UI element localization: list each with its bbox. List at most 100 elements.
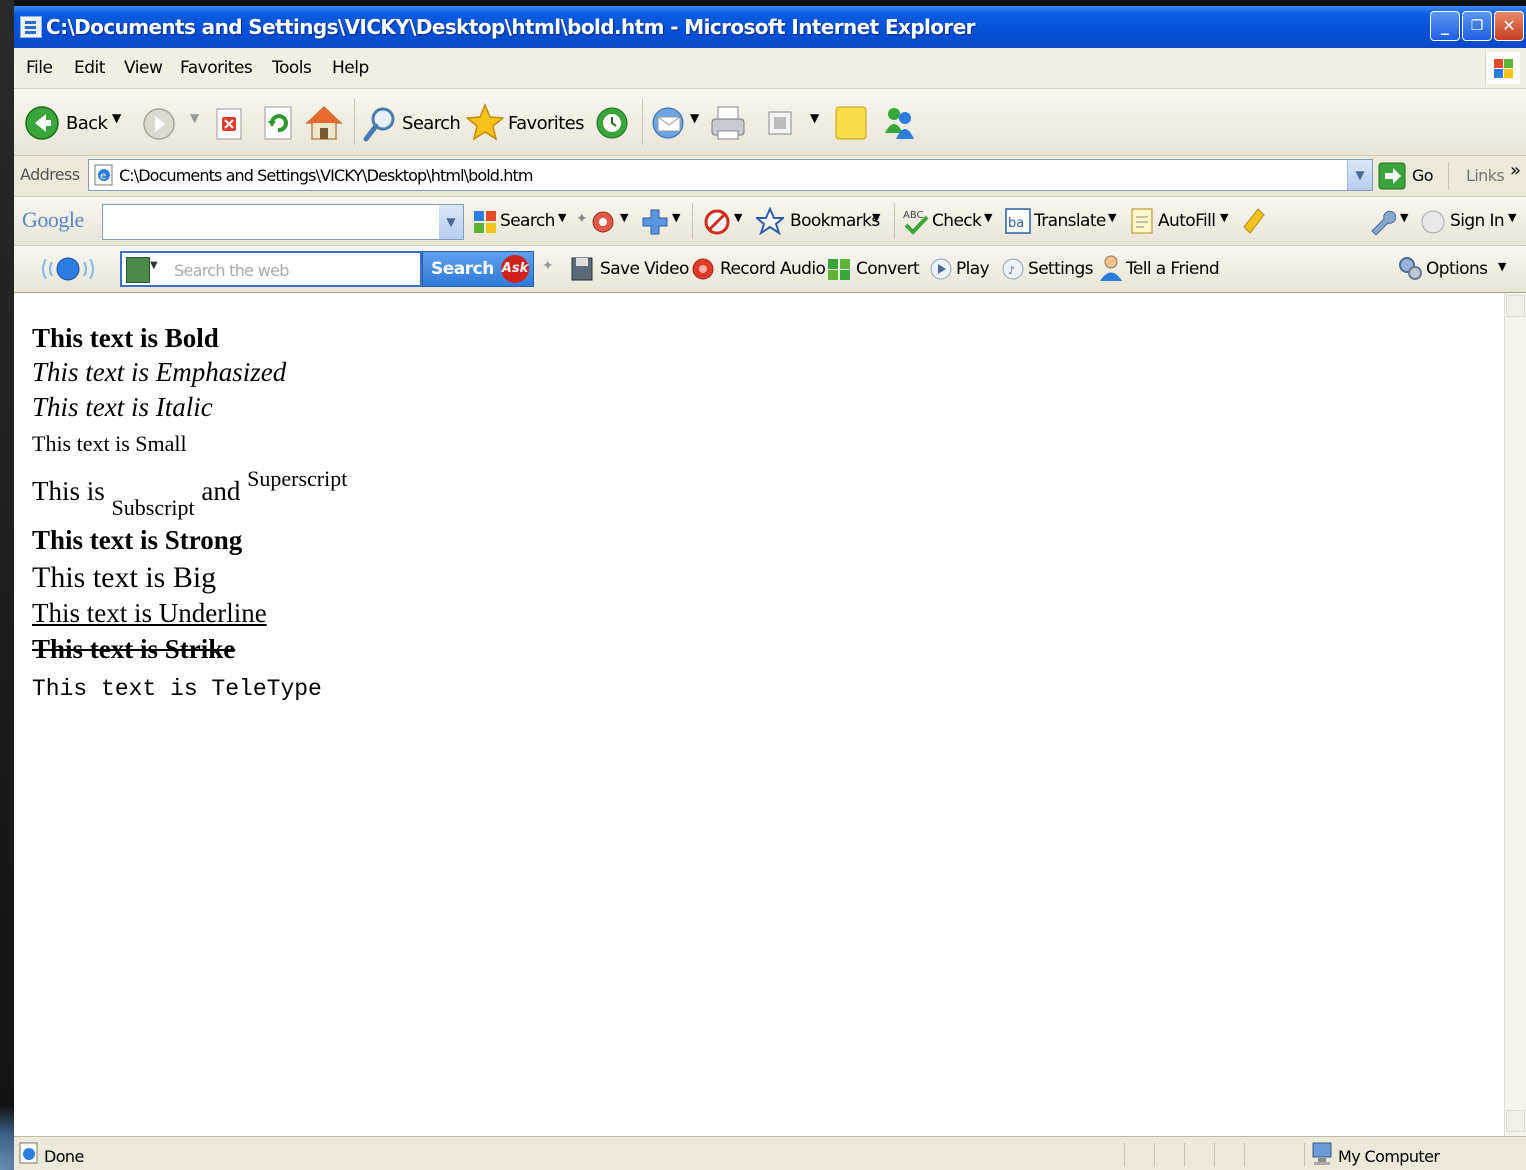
links-button[interactable]: Links (1466, 166, 1505, 185)
ask-search-input[interactable]: ▼ Search the web (120, 251, 422, 287)
title-bar[interactable]: C:\Documents and Settings\VICKY\Desktop\… (14, 6, 1526, 48)
record-audio-button[interactable]: Record Audio (720, 259, 826, 279)
back-arrow-icon[interactable] (24, 105, 60, 141)
links-more-button[interactable]: » (1510, 160, 1521, 181)
play-icon[interactable] (928, 256, 954, 282)
address-input[interactable]: e C:\Documents and Settings\VICKY\Deskto… (88, 159, 1373, 191)
sign-in-circle-icon[interactable] (1420, 209, 1446, 235)
edit-page-icon[interactable] (766, 109, 794, 137)
ask-search-button[interactable]: Search Ask (422, 251, 534, 287)
save-video-icon[interactable] (570, 254, 596, 284)
bookmarks-dropdown-icon[interactable]: ▼ (872, 211, 880, 224)
check-dropdown-icon[interactable]: ▼ (984, 211, 992, 224)
messenger-icon[interactable] (880, 103, 920, 143)
stop-icon[interactable] (214, 107, 244, 141)
bookmarks-button[interactable]: Bookmarks (790, 211, 880, 231)
settings-dropdown-icon[interactable]: ▼ (1400, 211, 1408, 224)
ask-search-label: Search (431, 259, 494, 279)
maximize-button[interactable]: ❐ (1462, 11, 1492, 41)
save-video-button[interactable]: Save Video (600, 259, 689, 279)
sign-in-dropdown-icon[interactable]: ▼ (1508, 211, 1516, 224)
toolbar-separator (354, 99, 355, 145)
options-dropdown-icon[interactable]: ▼ (1498, 260, 1506, 273)
google-dropdown-icon[interactable]: ▼ (439, 205, 463, 239)
history-icon[interactable] (594, 105, 630, 141)
menu-favorites[interactable]: Favorites (180, 58, 253, 78)
bookmark-star-icon[interactable] (756, 207, 784, 235)
go-arrow-icon[interactable] (1378, 162, 1406, 190)
translate-button[interactable]: Translate (1034, 211, 1106, 231)
italic-text: This text is Italic (32, 392, 213, 422)
scroll-up-button[interactable] (1506, 295, 1525, 317)
audio-wave-icon[interactable] (32, 254, 104, 284)
vertical-scrollbar[interactable] (1504, 293, 1526, 1136)
page-done-icon (19, 1142, 38, 1164)
print-icon[interactable] (708, 103, 748, 143)
convert-icon[interactable] (826, 256, 854, 282)
autofill-icon[interactable] (1128, 205, 1158, 235)
address-url: C:\Documents and Settings\VICKY\Desktop\… (119, 166, 533, 185)
popup-dropdown-icon[interactable]: ▼ (734, 211, 742, 224)
menu-view[interactable]: View (124, 58, 163, 78)
search-button[interactable]: Search (402, 113, 461, 134)
google-search-icon[interactable] (472, 209, 498, 235)
mail-icon[interactable] (650, 103, 690, 143)
scroll-down-button[interactable] (1506, 1110, 1525, 1132)
plus-dropdown-icon[interactable]: ▼ (672, 211, 680, 224)
translate-icon[interactable]: ba (1004, 207, 1032, 235)
back-button[interactable]: Back (66, 113, 108, 134)
settings-button[interactable]: Settings (1028, 259, 1094, 279)
svg-text:ba: ba (1008, 216, 1024, 231)
menu-file[interactable]: File (26, 58, 53, 78)
options-button[interactable]: Options (1426, 259, 1488, 279)
status-zone: My Computer (1338, 1147, 1440, 1166)
google-search-input[interactable]: ▼ (102, 204, 464, 240)
discuss-note-icon[interactable] (832, 103, 870, 143)
popup-blocker-icon[interactable] (702, 207, 732, 237)
refresh-icon[interactable] (262, 105, 294, 141)
search-icon[interactable] (362, 105, 398, 143)
check-button[interactable]: Check (932, 211, 982, 231)
menu-edit[interactable]: Edit (74, 58, 105, 78)
spellcheck-icon[interactable]: ABC (902, 207, 930, 235)
settings-icon[interactable]: ♪ (1000, 256, 1026, 282)
plus-icon[interactable] (640, 207, 670, 237)
google-search-dropdown-icon[interactable]: ▼ (558, 211, 566, 224)
toolbar-separator (692, 203, 693, 239)
tell-friend-icon[interactable] (1098, 254, 1124, 282)
record-audio-icon[interactable] (690, 256, 716, 282)
autofill-dropdown-icon[interactable]: ▼ (1220, 211, 1228, 224)
forward-arrow-icon[interactable] (142, 107, 176, 141)
minimize-button[interactable]: _ (1430, 11, 1460, 41)
google-search-button[interactable]: Search (500, 211, 555, 231)
menu-tools[interactable]: Tools (272, 58, 312, 78)
translate-dropdown-icon[interactable]: ▼ (1108, 211, 1116, 224)
news-icon[interactable] (590, 209, 616, 235)
autofill-button[interactable]: AutoFill (1158, 211, 1216, 231)
grip-icon: ✦ (576, 211, 588, 227)
strike-text: This text is Strike (32, 634, 236, 664)
ask-engine-dropdown-icon[interactable]: ▼ (150, 260, 158, 271)
convert-button[interactable]: Convert (856, 259, 920, 279)
address-dropdown-icon[interactable]: ▼ (1347, 160, 1372, 190)
google-logo[interactable]: Google (22, 207, 84, 233)
favorites-button[interactable]: Favorites (508, 113, 585, 134)
go-button[interactable]: Go (1412, 166, 1434, 185)
wrench-settings-icon[interactable] (1368, 207, 1396, 235)
news-dropdown-icon[interactable]: ▼ (620, 211, 628, 224)
back-dropdown-icon[interactable]: ▼ (112, 111, 121, 125)
favorites-star-icon[interactable] (466, 103, 504, 141)
options-gear-icon[interactable] (1396, 254, 1424, 282)
ask-engine-icon[interactable] (126, 257, 150, 283)
menu-help[interactable]: Help (332, 58, 369, 78)
play-button[interactable]: Play (956, 259, 990, 279)
home-icon[interactable] (304, 103, 344, 143)
highlighter-icon[interactable] (1240, 205, 1268, 237)
forward-dropdown-icon[interactable]: ▼ (190, 111, 199, 125)
mail-dropdown-icon[interactable]: ▼ (690, 111, 699, 125)
edit-dropdown-icon[interactable]: ▼ (810, 111, 819, 125)
and-text: and (201, 476, 241, 506)
sign-in-button[interactable]: Sign In (1450, 211, 1505, 231)
tell-friend-button[interactable]: Tell a Friend (1126, 259, 1220, 279)
close-button[interactable]: ✕ (1494, 11, 1524, 41)
